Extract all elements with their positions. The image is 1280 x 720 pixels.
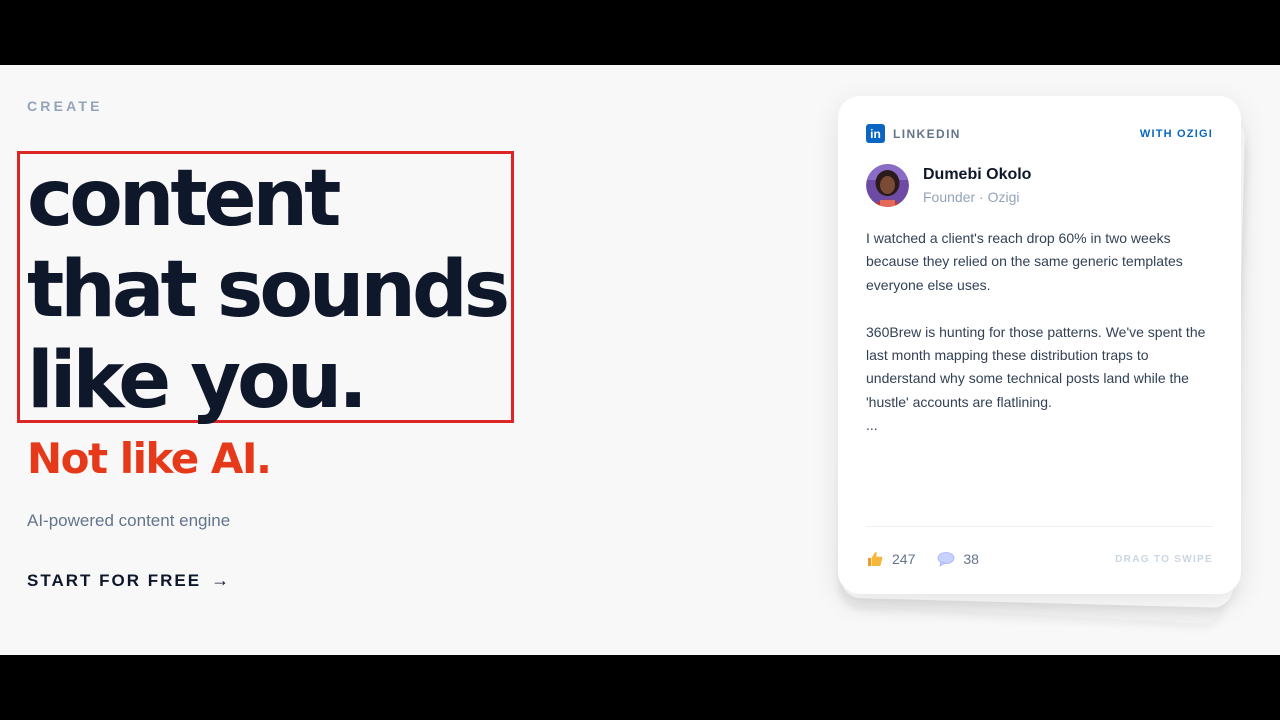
hero-section: CREATE content that sounds like you. Not… <box>0 65 1280 655</box>
engagement-stats: 247 38 <box>866 550 979 568</box>
likes-stat: 247 <box>866 550 915 568</box>
comments-stat: 38 <box>937 551 979 567</box>
speech-bubble-icon <box>937 552 955 567</box>
post-ellipsis: ... <box>866 417 878 434</box>
cta-label: START FOR FREE <box>27 570 202 590</box>
comments-count: 38 <box>963 551 979 567</box>
likes-count: 247 <box>892 551 916 567</box>
hero-accent-line: Not like AI. <box>27 434 272 483</box>
post-paragraph-1: I watched a client's reach drop 60% in t… <box>866 230 1183 293</box>
eyebrow-label: CREATE <box>27 98 103 114</box>
author-meta: Dumebi Okolo Founder · Ozigi <box>923 166 1031 205</box>
avatar-image <box>866 164 909 207</box>
author-block: Dumebi Okolo Founder · Ozigi <box>866 164 1031 207</box>
avatar <box>866 164 909 207</box>
drag-to-swipe-hint: DRAG TO SWIPE <box>1115 553 1213 565</box>
hero-headline: content that sounds like you. <box>27 154 510 426</box>
post-body: I watched a client's reach drop 60% in t… <box>866 227 1216 438</box>
card-footer: 247 38 DRAG TO SWIPE <box>866 526 1213 591</box>
start-for-free-button[interactable]: START FOR FREE → <box>27 570 229 591</box>
platform-tag: in LINKEDIN <box>866 124 961 143</box>
thumbs-up-icon <box>868 552 883 566</box>
arrow-right-icon: → <box>211 570 230 590</box>
post-preview-card[interactable]: in LINKEDIN WITH OZIGI Dumebi Okolo Foun… <box>838 96 1241 594</box>
post-paragraph-2: 360Brew is hunting for those patterns. W… <box>866 323 1206 410</box>
hero-subtitle: AI-powered content engine <box>27 511 231 530</box>
author-role: Founder · Ozigi <box>923 189 1020 205</box>
author-name: Dumebi Okolo <box>923 166 1032 183</box>
platform-label: LINKEDIN <box>893 126 961 141</box>
with-ozigi-label: WITH OZIGI <box>1139 127 1213 140</box>
linkedin-icon: in <box>866 124 885 143</box>
card-header: in LINKEDIN WITH OZIGI <box>866 124 1213 143</box>
